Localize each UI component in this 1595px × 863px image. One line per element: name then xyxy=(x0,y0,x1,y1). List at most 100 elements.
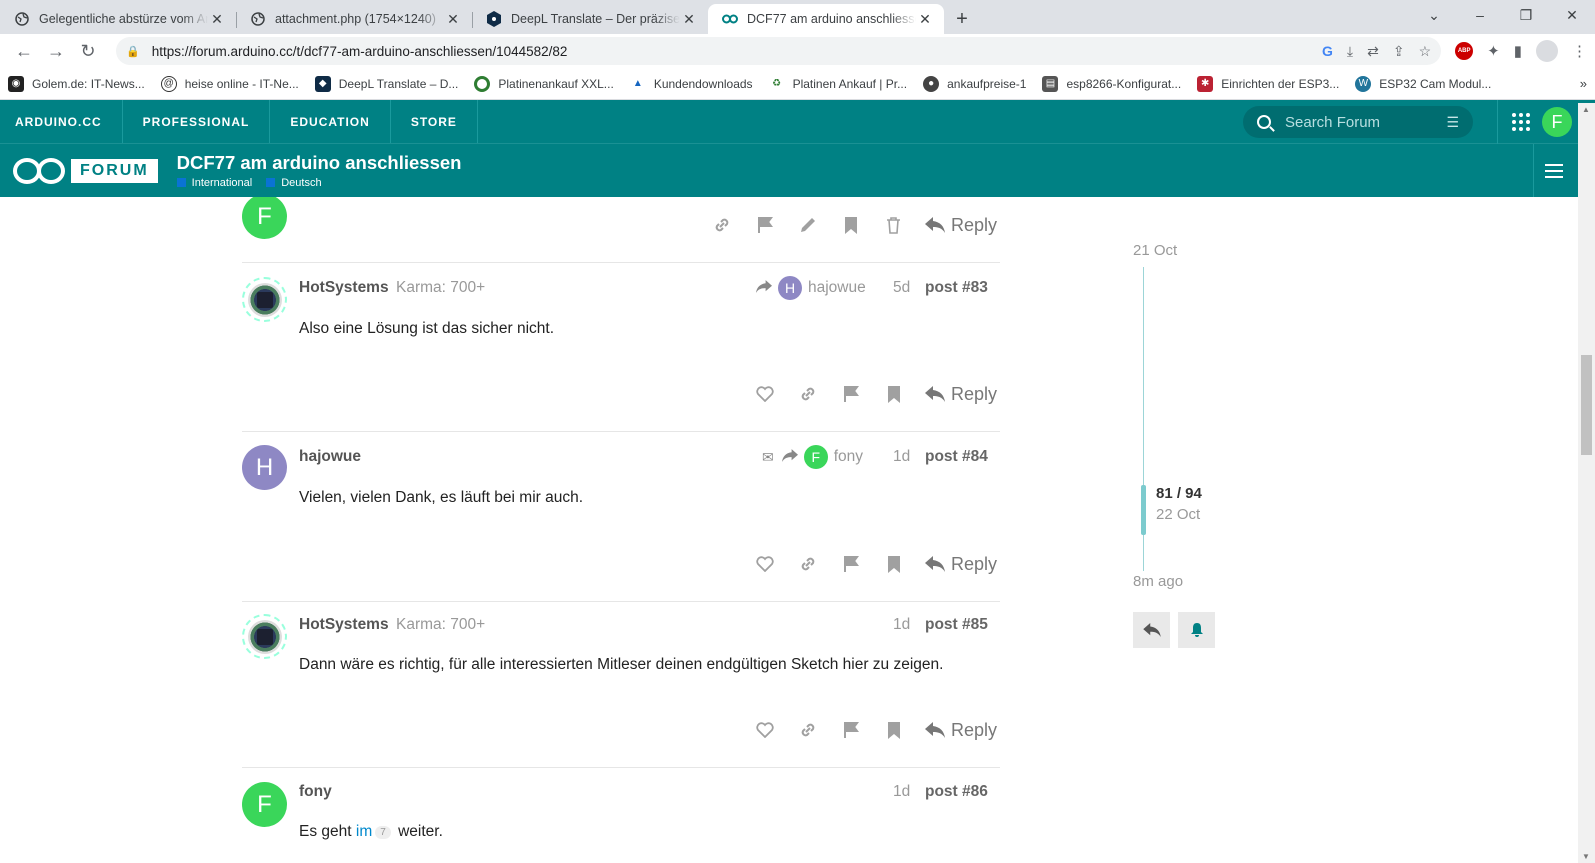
browser-tab[interactable]: DeepL Translate – Der präziseste Überset… xyxy=(472,4,708,34)
post-number[interactable]: post #83 xyxy=(925,279,988,297)
timeline-start-date[interactable]: 21 Oct xyxy=(1133,242,1177,259)
link-icon[interactable] xyxy=(786,549,829,579)
flag-icon[interactable] xyxy=(829,715,872,745)
minimize-icon[interactable]: – xyxy=(1457,7,1503,23)
nav-professional[interactable]: PROFESSIONAL xyxy=(123,100,271,143)
bookmark[interactable]: ♻ Platinen Ankauf | Pr... xyxy=(768,75,907,92)
bookmark[interactable]: W ESP32 Cam Modul... xyxy=(1355,75,1491,92)
side-panel-icon[interactable]: ▮ xyxy=(1514,42,1522,60)
hamburger-menu-icon[interactable] xyxy=(1533,144,1573,197)
timeline-end-label[interactable]: 8m ago xyxy=(1133,573,1183,590)
trash-icon[interactable] xyxy=(872,210,915,240)
forward-icon[interactable]: → xyxy=(40,37,72,65)
nav-arduino-cc[interactable]: ARDUINO.CC xyxy=(0,100,123,143)
edit-pencil-icon[interactable] xyxy=(786,210,829,240)
tab-search-icon[interactable]: ⌄ xyxy=(1411,7,1457,24)
url-field[interactable]: 🔒 https://forum.arduino.cc/t/dcf77-am-ar… xyxy=(116,37,1442,65)
bookmark[interactable]: ◆ DeepL Translate – D... xyxy=(314,75,458,92)
lock-icon[interactable]: 🔒 xyxy=(126,45,140,58)
like-heart-icon[interactable] xyxy=(743,715,786,745)
apps-grid-icon[interactable] xyxy=(1497,100,1543,144)
bookmark[interactable]: ▲ Kundendownloads xyxy=(629,75,753,92)
timeline-reply-button[interactable] xyxy=(1133,612,1170,648)
bookmark-icon[interactable] xyxy=(872,379,915,409)
bookmark[interactable]: @ heise online - IT-Ne... xyxy=(160,75,299,92)
bookmark[interactable]: ▤ esp8266-Konfigurat... xyxy=(1042,75,1181,92)
profile-avatar[interactable] xyxy=(1536,40,1558,62)
bookmark[interactable]: Platinenankauf XXL... xyxy=(474,75,614,92)
bookmark[interactable]: ◉ Golem.de: IT-News... xyxy=(8,75,145,92)
reply-button[interactable]: Reply xyxy=(925,554,997,575)
avatar[interactable] xyxy=(242,277,287,322)
post-number[interactable]: post #86 xyxy=(925,783,988,801)
link-icon[interactable] xyxy=(700,210,743,240)
category-international[interactable]: International xyxy=(177,177,253,189)
bookmark[interactable]: ✱ Einrichten der ESP3... xyxy=(1197,75,1339,92)
scrollbar-thumb[interactable] xyxy=(1581,355,1592,455)
share-icon[interactable]: ⇪ xyxy=(1393,43,1405,60)
post-number[interactable]: post #84 xyxy=(925,448,988,466)
star-icon[interactable]: ☆ xyxy=(1419,43,1432,60)
bookmark-icon[interactable] xyxy=(829,210,872,240)
post-username[interactable]: HotSystems xyxy=(299,279,389,297)
bookmark-icon[interactable] xyxy=(872,715,915,745)
avatar[interactable] xyxy=(242,614,287,659)
post-link[interactable]: im xyxy=(356,823,372,840)
flag-icon[interactable] xyxy=(829,549,872,579)
flag-icon[interactable] xyxy=(829,379,872,409)
browser-tab[interactable]: attachment.php (1754×1240) ✕ xyxy=(236,4,472,34)
scroll-down-icon[interactable]: ▼ xyxy=(1582,852,1590,861)
browser-tab-active[interactable]: DCF77 am arduino anschliessen - Deutsch … xyxy=(708,4,944,34)
post-age[interactable]: 1d xyxy=(893,616,910,634)
nav-store[interactable]: STORE xyxy=(391,100,478,143)
avatar[interactable]: H xyxy=(242,445,287,490)
bookmark[interactable]: ● ankaufpreise-1 xyxy=(923,75,1026,92)
notification-bell-button[interactable] xyxy=(1178,612,1215,648)
post-age[interactable]: 5d xyxy=(893,279,910,297)
search-forum-input[interactable]: Search Forum ☰ xyxy=(1243,106,1473,138)
post-age[interactable]: 1d xyxy=(893,783,910,801)
reply-button[interactable]: Reply xyxy=(925,215,997,236)
post-number[interactable]: post #85 xyxy=(925,616,988,634)
reply-button[interactable]: Reply xyxy=(925,384,997,405)
translate-icon[interactable]: ⇄ xyxy=(1367,43,1379,60)
google-icon[interactable]: G xyxy=(1322,43,1333,60)
reply-button[interactable]: Reply xyxy=(925,720,997,741)
extensions-icon[interactable]: ✦ xyxy=(1487,42,1500,60)
close-tab-icon[interactable]: ✕ xyxy=(916,11,934,28)
post-username[interactable]: hajowue xyxy=(299,448,361,466)
link-icon[interactable] xyxy=(786,715,829,745)
page-scrollbar[interactable]: ▲ ▼ xyxy=(1578,103,1595,863)
topic-title[interactable]: DCF77 am arduino anschliessen xyxy=(177,152,462,174)
new-tab-icon[interactable]: + xyxy=(944,4,980,34)
bookmark-icon[interactable] xyxy=(872,549,915,579)
adblock-icon[interactable]: ABP xyxy=(1455,42,1474,60)
search-filter-icon[interactable]: ☰ xyxy=(1446,114,1459,131)
user-avatar[interactable]: F xyxy=(1542,107,1572,137)
reply-to-info[interactable]: H hajowue xyxy=(756,276,866,300)
close-tab-icon[interactable]: ✕ xyxy=(680,11,698,28)
nav-education[interactable]: EDUCATION xyxy=(270,100,391,143)
menu-dots-icon[interactable]: ⋮ xyxy=(1572,42,1587,60)
flag-icon[interactable] xyxy=(743,210,786,240)
reply-to-info[interactable]: ✉ F fony xyxy=(762,445,863,469)
more-bookmarks-icon[interactable]: » xyxy=(1580,76,1587,91)
post-age[interactable]: 1d xyxy=(893,448,910,466)
install-icon[interactable]: ⤓ xyxy=(1347,43,1353,60)
avatar[interactable]: F xyxy=(242,782,287,827)
scroll-up-icon[interactable]: ▲ xyxy=(1582,105,1590,114)
like-heart-icon[interactable] xyxy=(743,549,786,579)
back-icon[interactable]: ← xyxy=(8,37,40,65)
close-window-icon[interactable]: ✕ xyxy=(1549,7,1595,24)
restore-icon[interactable]: ❐ xyxy=(1503,7,1549,24)
like-heart-icon[interactable] xyxy=(743,379,786,409)
browser-tab[interactable]: Gelegentliche abstürze vom Arduino ✕ xyxy=(0,4,236,34)
post-username[interactable]: HotSystems xyxy=(299,616,389,634)
close-tab-icon[interactable]: ✕ xyxy=(208,11,226,28)
post-username[interactable]: fony xyxy=(299,783,332,801)
link-icon[interactable] xyxy=(786,379,829,409)
category-deutsch[interactable]: Deutsch xyxy=(266,177,321,189)
avatar[interactable]: F xyxy=(242,197,287,239)
reload-icon[interactable]: ↻ xyxy=(72,37,104,65)
close-tab-icon[interactable]: ✕ xyxy=(444,11,462,28)
